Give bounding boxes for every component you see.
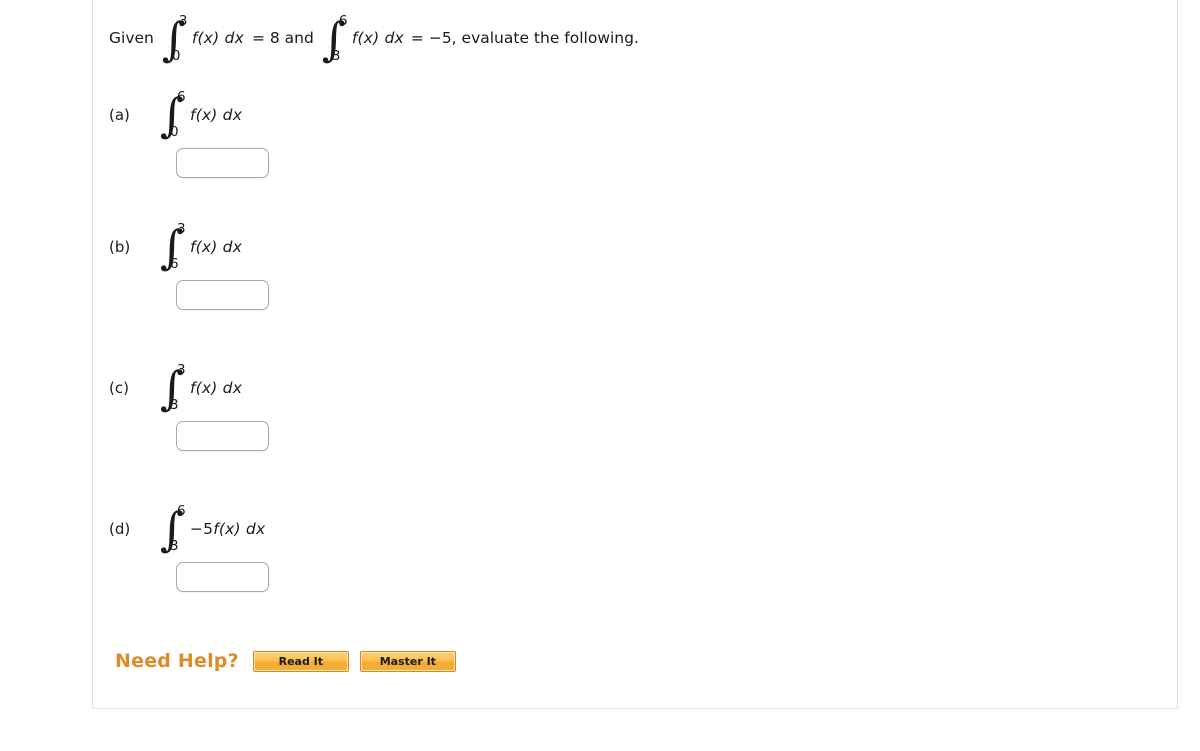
part-integral: ∫ 6 3 −5f(x) dx xyxy=(160,503,265,554)
prompt-integral-1: ∫ 3 0 f(x) dx xyxy=(162,13,244,64)
differential: dx xyxy=(222,238,243,256)
integrand-function: f(x) xyxy=(190,106,218,124)
integral-lower-limit: 6 xyxy=(170,255,179,272)
integral-upper-limit: 6 xyxy=(177,89,186,105)
integral-symbol-group: ∫ 3 0 xyxy=(162,13,189,64)
integral-symbol-group: ∫ 6 0 xyxy=(160,89,187,140)
integral-symbol-group: ∫ 3 6 xyxy=(160,221,187,272)
answer-input-b[interactable] xyxy=(176,280,269,310)
differential: dx xyxy=(222,379,243,397)
integrand-expression: f(x) dx xyxy=(190,238,242,256)
part-integral: ∫ 3 6 f(x) dx xyxy=(160,221,242,272)
integral-upper-limit: 3 xyxy=(177,221,186,237)
need-help-label: Need Help? xyxy=(115,650,239,672)
answer-input-c[interactable] xyxy=(176,421,269,451)
part-label: (c) xyxy=(109,379,129,397)
integral-lower-limit: 3 xyxy=(170,396,179,413)
part-integral: ∫ 3 3 f(x) dx xyxy=(160,362,242,413)
integrand-expression: f(x) dx xyxy=(352,31,404,47)
prompt-integral-2: ∫ 6 3 f(x) dx xyxy=(322,13,404,64)
differential: dx xyxy=(222,106,243,124)
differential: dx xyxy=(224,29,244,48)
differential: dx xyxy=(384,29,404,48)
problem-statement: Given ∫ 3 0 f(x) dx = 8 and ∫ 6 3 f(x) d… xyxy=(109,14,639,64)
prompt-tail-text: = −5, evaluate the following. xyxy=(410,29,639,48)
part-expression: ∫ 3 3 f(x) dx xyxy=(160,362,242,413)
answer-input-d[interactable] xyxy=(176,562,269,592)
part-expression: ∫ 3 6 f(x) dx xyxy=(160,221,242,272)
part-label: (a) xyxy=(109,106,130,124)
integrand-function: f(x) xyxy=(213,520,241,538)
integral-symbol-group: ∫ 6 3 xyxy=(322,13,349,64)
part-expression: ∫ 6 3 −5f(x) dx xyxy=(160,503,265,554)
prompt-middle-text: = 8 and xyxy=(251,29,314,48)
integral-lower-limit: 0 xyxy=(170,123,179,140)
integral-lower-limit: 3 xyxy=(331,47,341,64)
integrand-expression: f(x) dx xyxy=(192,31,244,47)
differential: dx xyxy=(245,520,266,538)
question-content: Given ∫ 3 0 f(x) dx = 8 and ∫ 6 3 f(x) d… xyxy=(93,0,1177,708)
integral-upper-limit: 6 xyxy=(338,13,348,29)
integral-symbol-group: ∫ 3 3 xyxy=(160,362,187,413)
integral-lower-limit: 3 xyxy=(170,537,179,554)
integral-upper-limit: 6 xyxy=(177,503,186,519)
integrand-expression: −5f(x) dx xyxy=(190,520,265,538)
part-expression: ∫ 6 0 f(x) dx xyxy=(160,89,242,140)
integrand-function: f(x) xyxy=(191,29,220,48)
integrand-function: f(x) xyxy=(190,238,218,256)
master-it-button[interactable]: Master It xyxy=(359,650,456,672)
question-panel: Given ∫ 3 0 f(x) dx = 8 and ∫ 6 3 f(x) d… xyxy=(92,0,1178,709)
integrand-expression: f(x) dx xyxy=(190,379,242,397)
integrand-expression: f(x) dx xyxy=(190,106,242,124)
integral-upper-limit: 3 xyxy=(177,362,186,378)
part-label: (d) xyxy=(109,520,131,538)
need-help-section: Need Help? Read It Master It xyxy=(115,650,467,672)
integral-symbol-group: ∫ 6 3 xyxy=(160,503,187,554)
integral-lower-limit: 0 xyxy=(171,47,181,64)
prompt-lead-text: Given xyxy=(109,29,154,48)
integrand-function: f(x) xyxy=(351,29,380,48)
integral-upper-limit: 3 xyxy=(178,13,188,29)
integrand-coefficient: −5 xyxy=(190,520,214,538)
read-it-button[interactable]: Read It xyxy=(252,650,349,672)
part-label: (b) xyxy=(109,238,131,256)
integrand-function: f(x) xyxy=(190,379,218,397)
part-integral: ∫ 6 0 f(x) dx xyxy=(160,89,242,140)
answer-input-a[interactable] xyxy=(176,148,269,178)
